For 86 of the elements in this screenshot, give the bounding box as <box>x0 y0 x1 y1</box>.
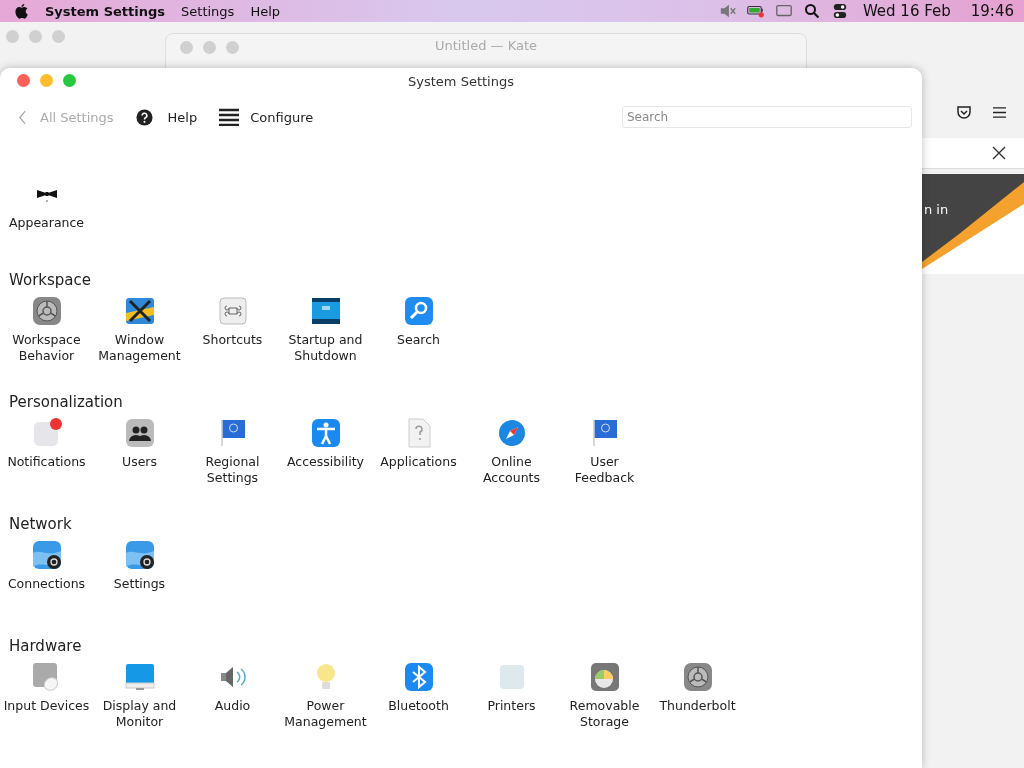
settings-item[interactable]: Notifications <box>0 417 93 486</box>
settings-item[interactable]: Window Management <box>93 295 186 364</box>
section-heading: Workspace <box>8 271 92 291</box>
settings-item[interactable]: Online Accounts <box>465 417 558 486</box>
item-label: Notifications <box>7 454 86 471</box>
settings-item[interactable]: Power Management <box>279 661 372 730</box>
settings-item[interactable]: Accessibility <box>279 417 372 486</box>
zoom-button[interactable] <box>63 74 76 87</box>
settings-item[interactable]: User Feedback <box>558 417 651 486</box>
chevron-left-icon <box>18 109 27 125</box>
magnifier-icon <box>402 295 435 327</box>
settings-item[interactable]: Applications <box>372 417 465 486</box>
help-button[interactable]: Help <box>131 106 202 128</box>
minimize-button[interactable] <box>40 74 53 87</box>
section-heading: Network <box>8 515 73 535</box>
settings-item[interactable]: Users <box>93 417 186 486</box>
item-label: Startup and Shutdown <box>287 332 364 364</box>
settings-item[interactable]: Input Devices <box>0 661 93 730</box>
settings-item[interactable]: Thunderbolt <box>651 661 744 730</box>
settings-item[interactable]: Bluetooth <box>372 661 465 730</box>
display-icon[interactable] <box>774 3 793 19</box>
item-label: Printers <box>487 698 536 715</box>
item-label: Applications <box>380 454 457 471</box>
item-label: Window Management <box>97 332 182 364</box>
bowtie-icon <box>36 190 57 202</box>
bluetooth-icon <box>402 661 435 693</box>
gear-icon <box>30 295 63 327</box>
window-title: System Settings <box>408 73 514 89</box>
item-label: Settings <box>113 576 166 593</box>
settings-item[interactable]: Appearance <box>0 178 93 247</box>
item-label: Online Accounts <box>482 454 541 486</box>
banner-text: n in <box>924 202 949 217</box>
item-label: Accessibility <box>287 454 364 471</box>
settings-item[interactable]: Regional Settings <box>186 417 279 486</box>
item-label: Search <box>397 332 440 349</box>
users-icon <box>123 417 156 449</box>
help-icon <box>135 108 153 126</box>
settings-item[interactable]: Workspace Behavior <box>0 295 93 364</box>
settings-item[interactable]: Removable Storage <box>558 661 651 730</box>
window-title: Untitled — Kate <box>433 38 538 53</box>
close-icon[interactable] <box>992 146 1006 160</box>
person-icon <box>309 417 342 449</box>
keyboard-icon <box>216 295 249 327</box>
menu-icon <box>219 108 240 126</box>
item-label: Connections <box>7 576 86 593</box>
settings-item[interactable]: Printers <box>465 661 558 730</box>
search-icon[interactable] <box>802 3 821 19</box>
configure-button[interactable]: Configure <box>215 106 318 128</box>
settings-item[interactable]: Connections <box>0 539 93 608</box>
menu-date[interactable]: Wed 16 Feb <box>862 2 951 20</box>
item-label: Audio <box>214 698 251 715</box>
drive-icon <box>309 295 342 327</box>
settings-item[interactable]: Display and Monitor <box>93 661 186 730</box>
item-label: Power Management <box>283 698 368 730</box>
menu-icon[interactable] <box>992 106 1007 119</box>
window-icon <box>123 295 156 327</box>
apple-icon[interactable] <box>14 2 29 20</box>
item-label: Removable Storage <box>568 698 641 730</box>
section-heading: Hardware <box>8 637 83 657</box>
settings-item[interactable]: Settings <box>93 539 186 608</box>
muted-speaker-icon[interactable] <box>718 3 737 19</box>
battery-icon[interactable] <box>746 3 765 19</box>
settings-item[interactable]: Search <box>372 295 465 364</box>
item-label: Regional Settings <box>204 454 261 486</box>
menu-item[interactable]: Help <box>250 3 280 19</box>
settings-item[interactable]: Shortcuts <box>186 295 279 364</box>
gear-icon <box>681 661 714 693</box>
settings-item[interactable]: Startup and Shutdown <box>279 295 372 364</box>
settings-item[interactable]: Audio <box>186 661 279 730</box>
item-label: Thunderbolt <box>659 698 736 715</box>
search-field[interactable]: Search <box>622 106 912 128</box>
item-label: Shortcuts <box>202 332 263 349</box>
item-label: Input Devices <box>3 698 90 715</box>
close-button[interactable] <box>17 74 30 87</box>
menu-time[interactable]: 19:46 <box>970 2 1014 20</box>
item-label: Bluetooth <box>388 698 449 715</box>
item-label: Workspace Behavior <box>11 332 82 364</box>
app-menu[interactable]: System Settings <box>45 3 166 19</box>
item-label: Appearance <box>8 215 85 232</box>
item-label: Display and Monitor <box>101 698 178 730</box>
item-label: User Feedback <box>573 454 636 486</box>
pocket-icon[interactable] <box>956 104 972 120</box>
section-heading: Personalization <box>8 393 124 413</box>
item-label: Users <box>122 454 157 471</box>
menu-item[interactable]: Settings <box>181 3 235 19</box>
monitor-icon <box>123 661 156 693</box>
